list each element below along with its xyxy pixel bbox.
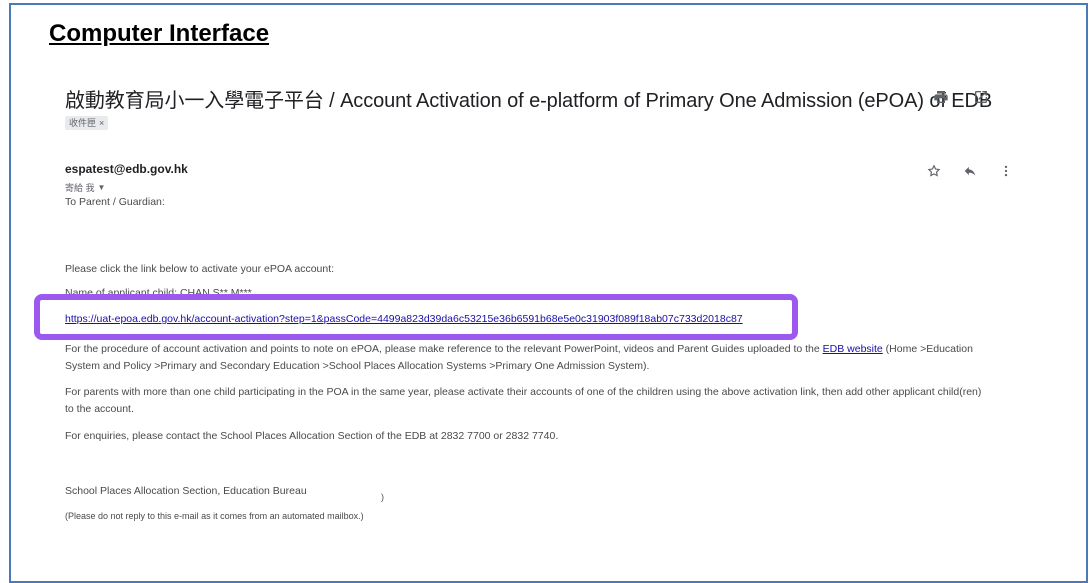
more-vert-icon[interactable] [997, 162, 1015, 180]
message-actions [925, 162, 1015, 180]
remove-label-icon[interactable]: × [99, 116, 104, 130]
email-subject-row: 啟動教育局小一入學電子平台 / Account Activation of e-… [65, 84, 1015, 113]
reply-icon[interactable] [961, 162, 979, 180]
sender-address: espatest@edb.gov.hk [65, 162, 188, 176]
open-in-new-icon[interactable] [972, 88, 990, 106]
subject-actions [932, 88, 990, 106]
stray-mark: ) [381, 492, 384, 502]
multiple-children-note: For parents with more than one child par… [65, 386, 982, 415]
inbox-label-chip[interactable]: 收件匣 × [65, 116, 109, 130]
activation-link[interactable]: https://uat-epoa.edb.gov.hk/account-acti… [65, 313, 743, 325]
inbox-label-text: 收件匣 [69, 118, 97, 128]
sender-block: espatest@edb.gov.hk 寄給 我 ▼ [65, 162, 188, 194]
edb-website-link[interactable]: EDB website [823, 343, 883, 355]
instruction-text: Please click the link below to activate … [65, 263, 335, 275]
enquiries-text: For enquiries, please contact the School… [65, 430, 559, 442]
signature-text: School Places Allocation Section, Educat… [65, 485, 307, 497]
procedure-paragraph: For the procedure of account activation … [65, 341, 985, 375]
recipient-row[interactable]: 寄給 我 ▼ [65, 181, 188, 194]
email-subject: 啟動教育局小一入學電子平台 / Account Activation of e-… [65, 90, 993, 112]
page-heading: Computer Interface [49, 20, 270, 47]
recipient-text: 寄給 我 [65, 183, 95, 193]
greeting-text: To Parent / Guardian: [65, 196, 165, 208]
print-icon[interactable] [932, 88, 950, 106]
chevron-down-icon[interactable]: ▼ [98, 183, 106, 192]
no-reply-note: (Please do not reply to this e-mail as i… [65, 511, 364, 521]
procedure-text-start: For the procedure of account activation … [65, 343, 823, 355]
star-icon[interactable] [925, 162, 943, 180]
